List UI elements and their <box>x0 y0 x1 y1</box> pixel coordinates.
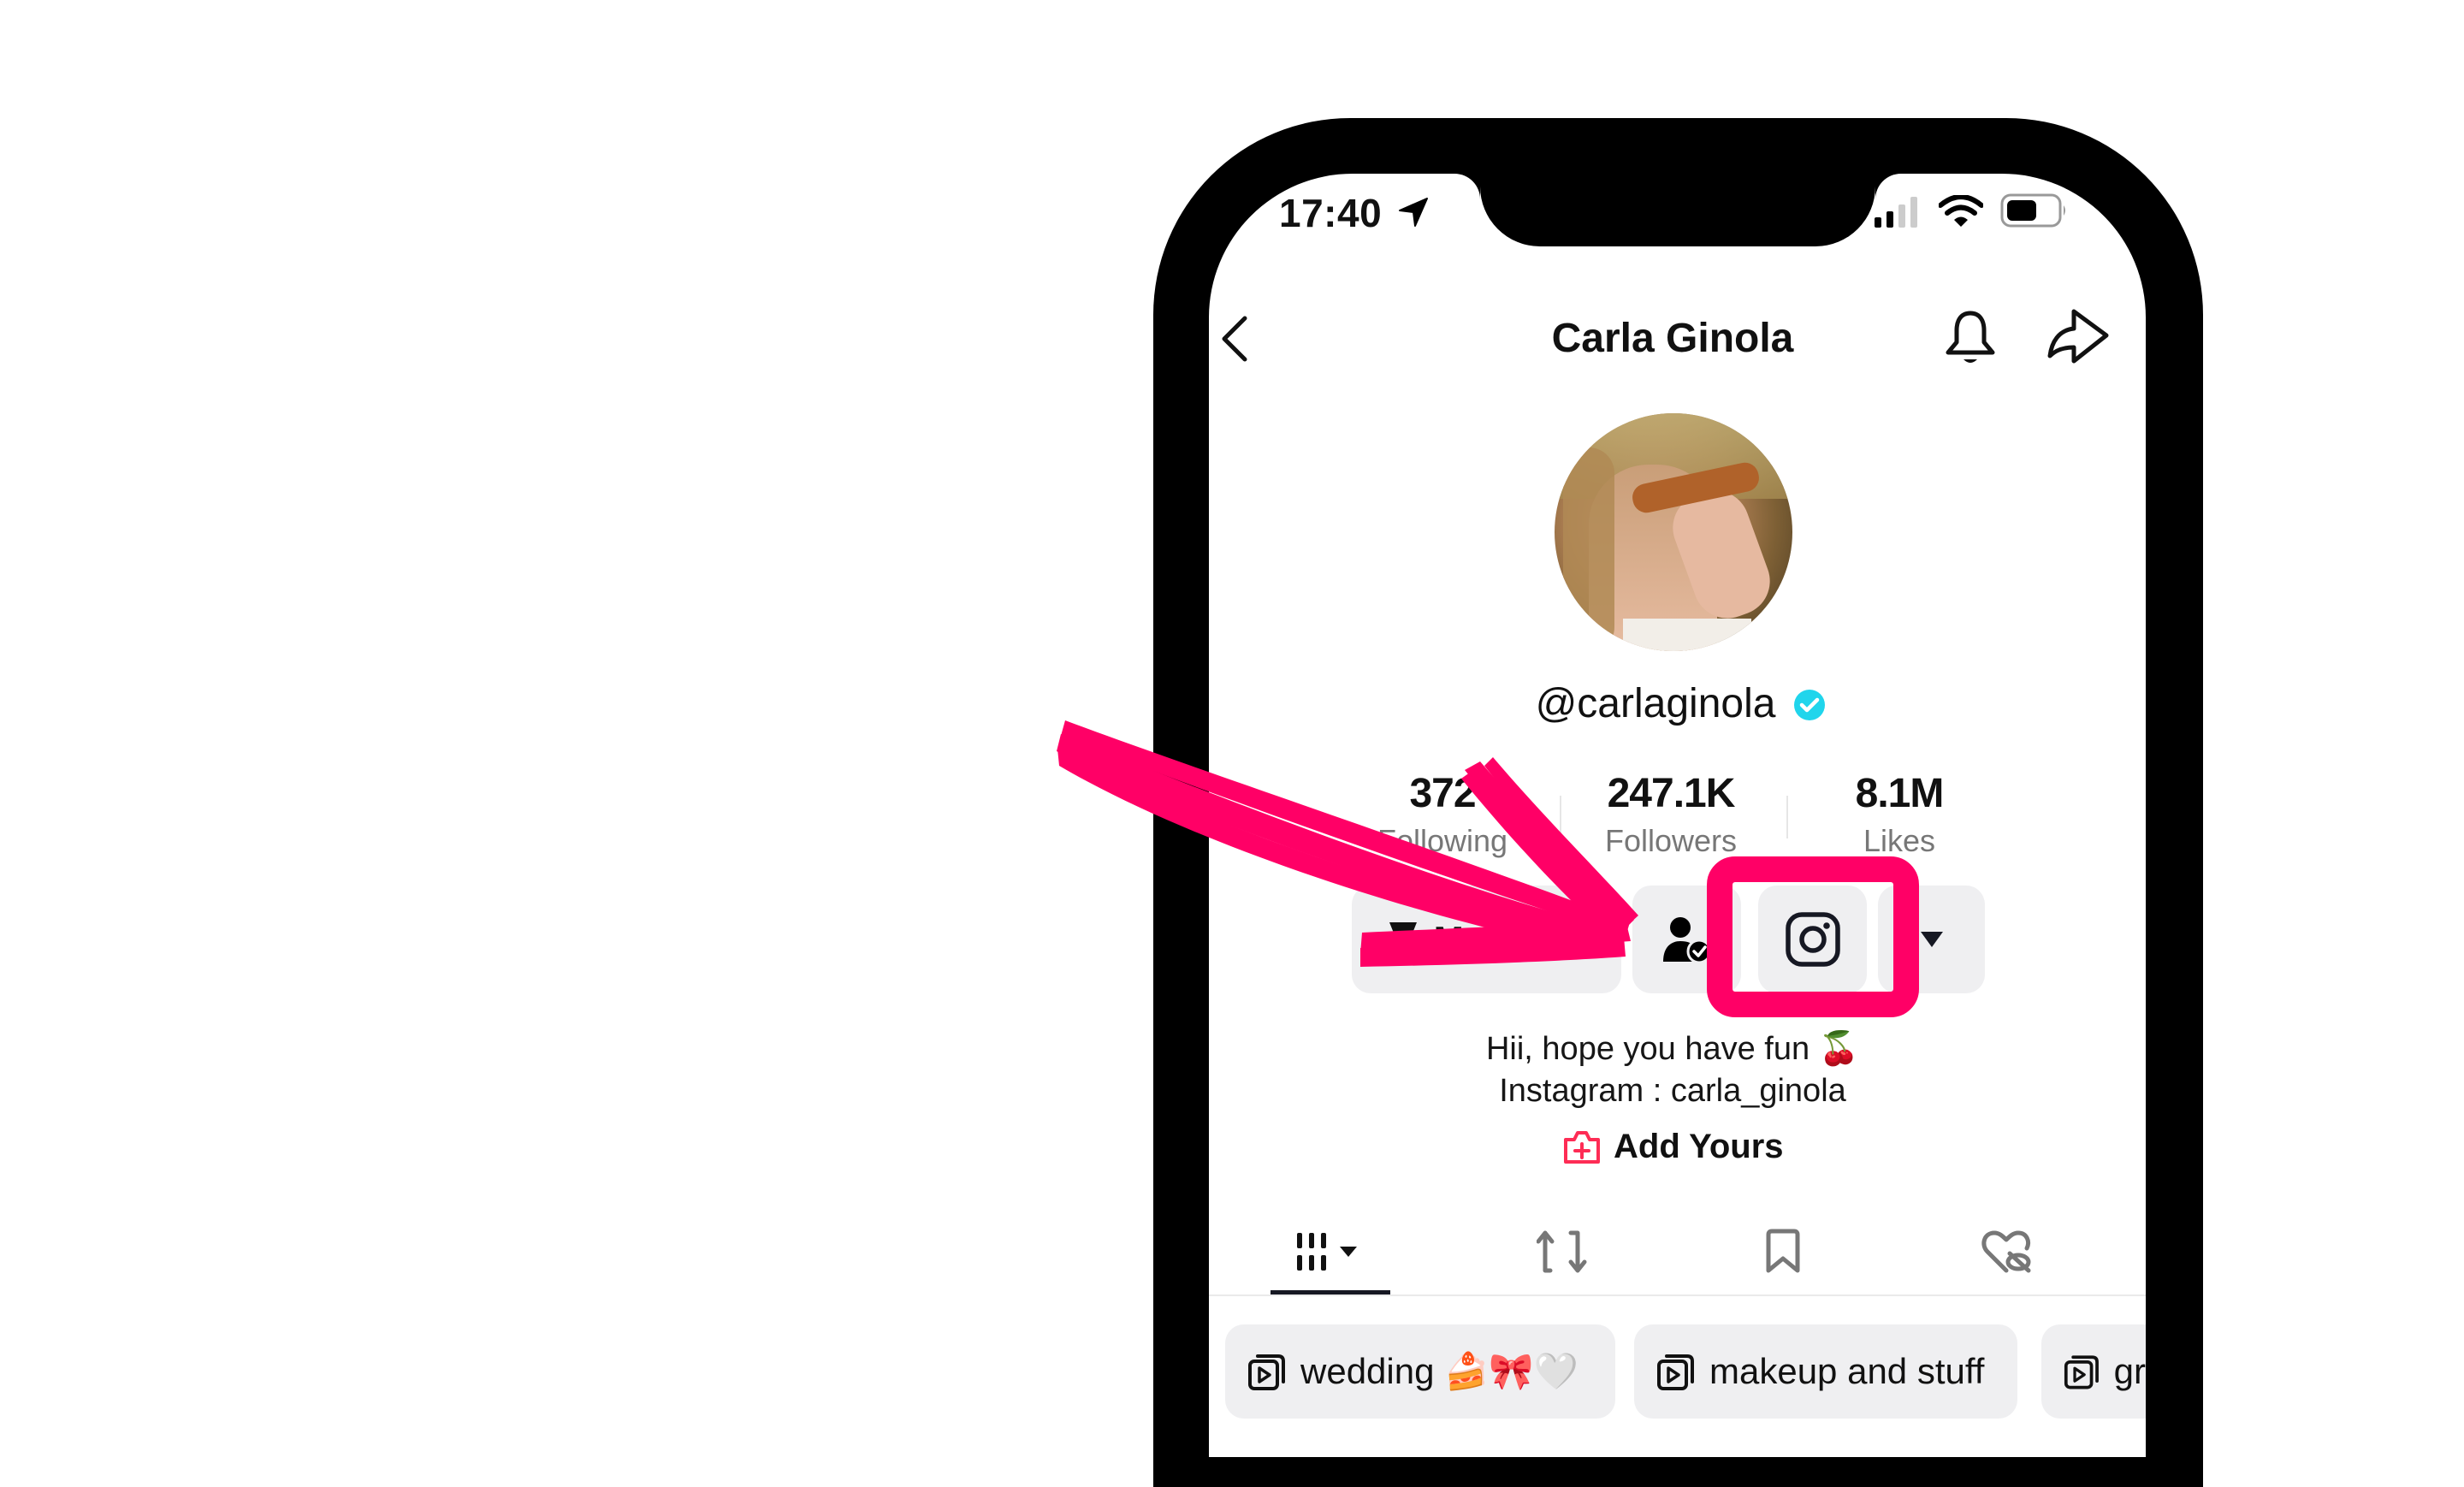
add-yours-link[interactable]: Add Yours <box>1562 1128 1784 1166</box>
location-arrow-icon <box>1399 198 1428 227</box>
caret-down-icon <box>1920 932 1943 947</box>
phone-notch <box>1480 154 1875 246</box>
tab-favorites[interactable] <box>1732 1225 1834 1278</box>
cellular-signal-icon <box>1875 197 1917 228</box>
playlist-chip[interactable]: makeup and stuff <box>1634 1324 2017 1419</box>
more-options-button[interactable] <box>1878 886 1985 993</box>
bell-icon[interactable] <box>1944 310 1997 370</box>
add-yours-label: Add Yours <box>1614 1128 1784 1165</box>
stat-likes-value: 8.1M <box>1855 771 1945 816</box>
battery-icon <box>2000 193 2065 228</box>
tabs-divider <box>1209 1294 2146 1296</box>
heart-hidden-icon <box>1981 1230 2031 1273</box>
notch-corner-left <box>1454 174 1480 199</box>
back-button[interactable] <box>1219 315 1250 363</box>
verified-badge-icon <box>1794 690 1825 720</box>
avatar[interactable] <box>1555 413 1792 651</box>
tab-reposts[interactable] <box>1511 1225 1614 1278</box>
bookmark-icon <box>1766 1229 1800 1273</box>
message-send-icon <box>1389 922 1417 957</box>
status-time: 17:40 <box>1279 191 1383 235</box>
instagram-icon <box>1785 912 1840 967</box>
playlist-label: wedding 🍰🎀🤍 <box>1300 1350 1579 1391</box>
phone-bezel-left <box>1153 513 1209 1386</box>
stat-following-value[interactable]: 372 <box>1331 770 1554 817</box>
grid-icon <box>1297 1233 1357 1271</box>
message-button[interactable]: Message <box>1352 886 1621 993</box>
repost-icon <box>1537 1230 1587 1273</box>
page-title: Carla Ginola <box>1551 316 1794 361</box>
phone-bezel-right <box>2146 513 2203 1386</box>
bio-line-1: Hii, hope you have fun 🍒 <box>1485 1031 1860 1067</box>
playlist-chip[interactable]: gr <box>2041 1324 2146 1419</box>
following-status-button[interactable] <box>1632 886 1741 993</box>
bio-line-2: Instagram : carla_ginola <box>1499 1073 1846 1109</box>
share-arrow-icon[interactable] <box>2046 308 2112 370</box>
stat-likes-label: Likes <box>1863 823 1936 858</box>
wifi-icon <box>1939 195 1983 227</box>
message-button-label: Message <box>1433 919 1586 959</box>
tab-videos[interactable] <box>1278 1225 1381 1278</box>
add-yours-icon <box>1564 1130 1600 1164</box>
user-check-icon <box>1662 917 1711 963</box>
stat-followers-label[interactable]: Followers <box>1560 823 1782 859</box>
tab-liked[interactable] <box>1957 1225 2059 1278</box>
stat-followers-value[interactable]: 247.1K <box>1560 770 1782 817</box>
stat-following-label[interactable]: Following <box>1331 823 1554 859</box>
playlist-chip[interactable]: wedding 🍰🎀🤍 <box>1225 1324 1615 1419</box>
instagram-button[interactable] <box>1758 886 1867 993</box>
